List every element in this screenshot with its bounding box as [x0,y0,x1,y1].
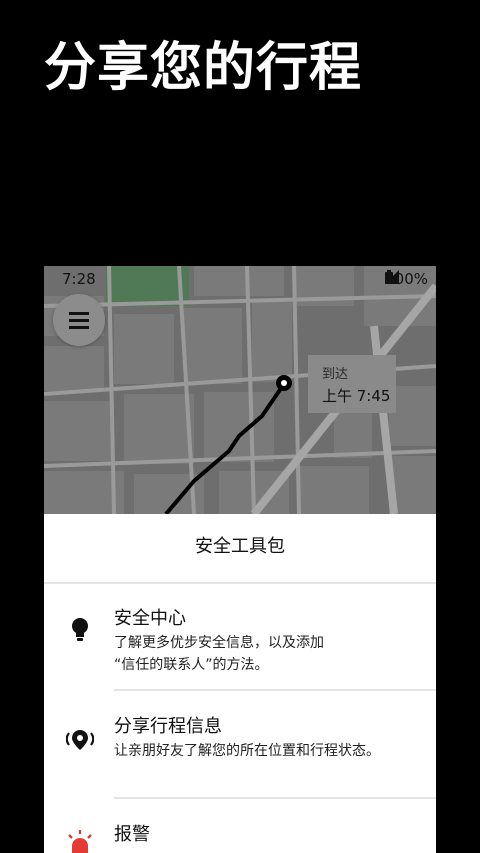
promo-title: 分享您的行程 [44,38,363,98]
menu-button[interactable] [53,294,105,346]
arrival-label: 到达 [322,367,349,382]
emergency-title: 报警 [114,824,150,845]
divider [114,797,436,799]
divider [114,689,436,691]
status-bar: 7:28 100% [44,266,436,292]
status-time: 7:28 [62,270,96,288]
location-broadcast-icon [66,730,94,750]
phone-screenshot: 7:28 100% 到达 上午 7:45 安全工具包 安全中心 了解更多优步安全… [44,266,436,853]
share-trip-description: 让亲朋好友了解您的所在位置和行程状态。 [114,743,380,759]
lightbulb-icon [72,618,88,641]
safety-center-description: 了解更多优步安全信息，以及添加 [114,635,324,651]
menu-icon-bar [69,319,89,322]
safety-center-item[interactable]: 安全中心 了解更多优步安全信息，以及添加 “信任的联系人”的方法。 [44,598,436,698]
share-trip-title: 分享行程信息 [114,716,222,737]
siren-icon [68,830,92,853]
trip-map[interactable]: 7:28 100% 到达 上午 7:45 [44,266,436,514]
safety-toolkit-sheet: 安全工具包 安全中心 了解更多优步安全信息，以及添加 “信任的联系人”的方法。 [44,514,436,853]
safety-center-description-2: “信任的联系人”的方法。 [114,657,269,673]
menu-icon-bar [69,326,89,329]
safety-center-title: 安全中心 [114,608,186,629]
arrival-time: 上午 7:45 [322,387,391,405]
battery-icon [385,270,394,284]
promo-screen: 分享您的行程 7:28 100% 到达 上午 7:45 安全工具包 安全中心 了… [0,0,480,853]
emergency-item[interactable]: 报警 [44,814,436,853]
destination-pin-center [281,380,287,386]
status-icons: 100% [385,270,428,288]
sheet-title: 安全工具包 [44,514,436,584]
menu-icon-bar [69,312,89,315]
arrival-card: 到达 上午 7:45 [308,355,396,413]
share-trip-item[interactable]: 分享行程信息 让亲朋好友了解您的所在位置和行程状态。 [44,706,436,802]
